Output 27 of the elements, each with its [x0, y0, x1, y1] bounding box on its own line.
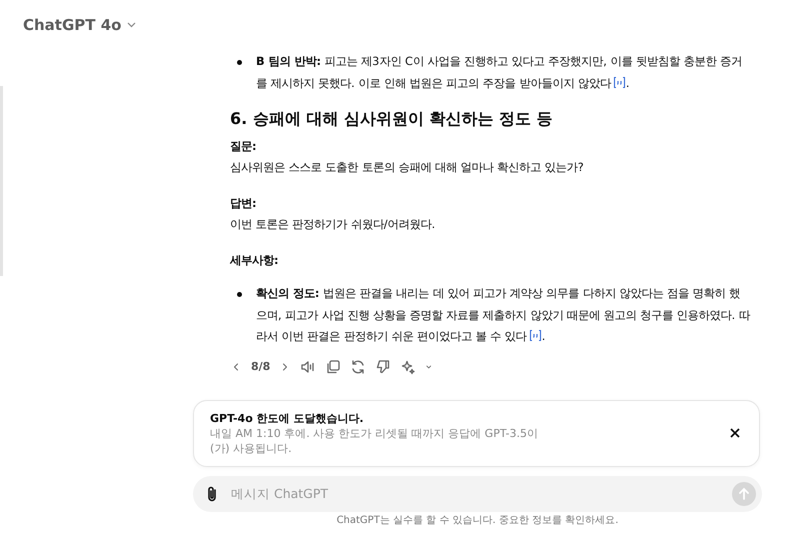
section-label: 답변:: [230, 196, 258, 212]
bullet-text: 확신의 정도: 법원은 판결을 내리는 데 있어 피고가 계약상 의무를 다하지 않았다는 점을 명확히 했으며, 피고가 사업 진행 상황을 증명할 자료를 제출하지 않았기 때문에 원고의 청구를 인용하였다. 따라서 이번 판결은 판정하기 쉬운 편이었다고 볼 수 있다 .: [256, 287, 750, 343]
section-label: 질문:: [230, 138, 258, 154]
section-text: 이번 토론은 판정하기가 쉬웠다/어려웠다.: [230, 217, 436, 233]
thumbs-down-icon[interactable]: [375, 358, 392, 374]
sparkle-icon[interactable]: [400, 358, 416, 374]
bullet-text: B 팀의 반박: 피고는 제3자인 C이 사업을 진행하고 있다고 주장했지만, 이를 뒷받침할 충분한 증거를 제시하지 못했다. 이로 인해 법원은 피고의 주장을 받아들이지 않았다 .: [256, 55, 742, 90]
bullet-dot: [237, 60, 242, 65]
speaker-icon[interactable]: [300, 358, 316, 374]
chevron-down-icon[interactable]: [127, 22, 136, 28]
page-counter: 8/8: [251, 358, 270, 375]
section-text: 심사위원은 스스로 도출한 토론의 승패에 대해 얼마나 확신하고 있는가?: [230, 160, 585, 176]
arrow-up-icon: [737, 486, 751, 500]
regenerate-icon[interactable]: [350, 358, 366, 374]
paperclip-icon[interactable]: [205, 484, 219, 502]
section-heading: 6. 승패에 대해 심사위원이 확신하는 정도 등: [230, 108, 554, 130]
message-input[interactable]: 메시지 ChatGPT: [229, 485, 722, 502]
bullet-dot: [237, 292, 242, 297]
notice-title: GPT-4o 한도에 도달했습니다.: [210, 410, 365, 426]
citation-icon[interactable]: [612, 76, 626, 88]
citation-icon[interactable]: [528, 329, 542, 342]
message-composer[interactable]: 메시지 ChatGPT: [193, 476, 762, 512]
disclaimer-text: ChatGPT는 실수를 할 수 있습니다. 중요한 정보를 확인하세요.: [336, 514, 620, 526]
details-label: 세부사항:: [230, 252, 280, 268]
copy-icon[interactable]: [325, 358, 342, 374]
model-title[interactable]: ChatGPT 4o: [23, 16, 122, 34]
notice-text: 내일 AM 1:10 후에. 사용 한도가 리셋될 때까지 응답에 GPT-3.5이(가) 사용됩니다.: [210, 426, 540, 456]
